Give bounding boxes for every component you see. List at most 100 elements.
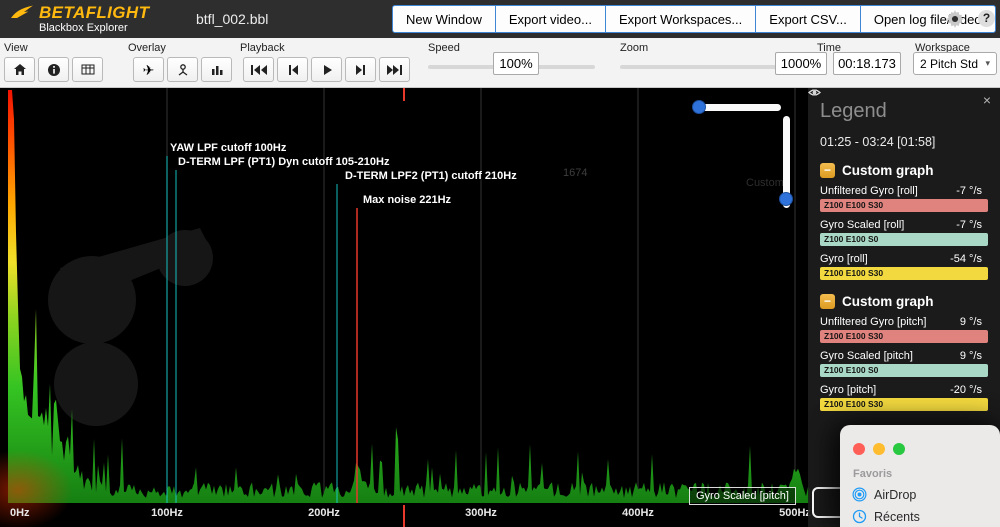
- vertical-slider-thumb[interactable]: [779, 192, 793, 206]
- overlay-sticks-button[interactable]: [201, 57, 232, 82]
- top-bar: BETAFLIGHT Blackbox Explorer btfl_002.bb…: [0, 0, 1000, 38]
- step-forward-button[interactable]: [345, 57, 376, 82]
- axis-tick-label: 0Hz: [10, 507, 30, 519]
- finder-item-recents[interactable]: Récents: [852, 509, 1000, 524]
- collapse-group-icon[interactable]: −: [820, 294, 835, 309]
- legend-title: Legend: [820, 100, 887, 122]
- legend-group: − Custom graph Unfiltered Gyro [roll] -7 °/…: [808, 89, 988, 280]
- axis-tick-label: 400Hz: [622, 507, 654, 519]
- help-icon[interactable]: ?: [978, 10, 995, 27]
- minimize-window-icon[interactable]: [873, 443, 885, 455]
- eye-icon: [808, 89, 821, 96]
- playback-section-label: Playback: [240, 42, 285, 54]
- view-table-button[interactable]: [72, 57, 103, 82]
- speed-section-label: Speed: [428, 42, 460, 54]
- collapse-group-icon[interactable]: −: [820, 163, 835, 178]
- play-icon: [323, 64, 332, 75]
- legend-item[interactable]: Gyro [pitch] -20 °/s Z100 E100 S30: [808, 89, 988, 411]
- action-export-video[interactable]: Export video...: [494, 5, 606, 33]
- bars-icon: [211, 66, 222, 75]
- legend-group-title: Custom graph: [842, 163, 934, 178]
- close-icon[interactable]: ×: [983, 92, 991, 108]
- zoom-input[interactable]: [775, 52, 827, 75]
- zoom-slider[interactable]: [620, 65, 787, 69]
- clock-icon: [852, 509, 867, 524]
- info-icon: [47, 63, 60, 76]
- current-series-label: Gyro Scaled [pitch]: [689, 487, 796, 505]
- home-icon: [13, 64, 26, 75]
- action-new-window[interactable]: New Window: [392, 5, 496, 33]
- overlay-plane-button[interactable]: ✈: [133, 57, 164, 82]
- legend-item-value: 9 °/s: [959, 349, 982, 362]
- finder-item-label: AirDrop: [874, 487, 917, 502]
- legend-item-scale-bar[interactable]: Z100 E100 S0: [820, 233, 988, 246]
- view-info-button[interactable]: [38, 57, 69, 82]
- legend-item-label: Gyro [roll]: [820, 252, 868, 265]
- finder-item-airdrop[interactable]: AirDrop: [852, 487, 1000, 502]
- legend-item-scale-bar[interactable]: Z100 E100 S30: [820, 267, 988, 280]
- workspace-select[interactable]: 2 Pitch Std ▾: [913, 52, 997, 75]
- svg-text:1674: 1674: [563, 167, 587, 179]
- action-export-workspaces[interactable]: Export Workspaces...: [604, 5, 757, 33]
- legend-groups: − Custom graph Unfiltered Gyro [roll] -7 °/…: [808, 89, 988, 411]
- craft-icon: [178, 63, 187, 76]
- legend-item[interactable]: Unfiltered Gyro [roll] -7 °/s Z100 E100 S3…: [808, 89, 988, 212]
- zoom-window-icon[interactable]: [893, 443, 905, 455]
- brand-title: BETAFLIGHT: [39, 3, 150, 22]
- legend-item-label: Unfiltered Gyro [roll]: [820, 184, 918, 197]
- legend-item[interactable]: Gyro Scaled [pitch] 9 °/s Z100 E100 S0: [808, 89, 988, 377]
- legend-item[interactable]: Gyro [roll] -54 °/s Z100 E100 S30: [808, 89, 988, 280]
- legend-item-scale-bar[interactable]: Z100 E100 S30: [820, 199, 988, 212]
- skip-end-icon: [386, 64, 402, 75]
- topbar-actions: New Window Export video... Export Workspac…: [392, 5, 996, 33]
- spectrum-horizontal-slider[interactable]: [692, 100, 781, 114]
- legend-item-scale-bar[interactable]: Z100 E100 S0: [820, 364, 988, 377]
- step-back-button[interactable]: [277, 57, 308, 82]
- finder-favorites-label: Favoris: [853, 468, 893, 480]
- legend-item-value: -54 °/s: [950, 252, 982, 265]
- window-controls: [840, 425, 1000, 455]
- legend-item[interactable]: Unfiltered Gyro [pitch] 9 °/s Z100 E100 S3…: [808, 89, 988, 343]
- legend-item-value: -7 °/s: [956, 218, 982, 231]
- action-export-csv[interactable]: Export CSV...: [755, 5, 861, 33]
- axis-tick-label: 300Hz: [465, 507, 497, 519]
- betaflight-brand: BETAFLIGHT Blackbox Explorer: [10, 4, 149, 34]
- legend-item-label: Gyro Scaled [pitch]: [820, 349, 913, 362]
- jump-to-end-button[interactable]: [379, 57, 410, 82]
- legend-item-scale-bar[interactable]: Z100 E100 S30: [820, 398, 988, 411]
- action-open-log-file-video[interactable]: Open log file/video: [859, 5, 996, 33]
- horizontal-slider-thumb[interactable]: [692, 100, 706, 114]
- axis-tick-label: 200Hz: [308, 507, 340, 519]
- legend-item-label: Unfiltered Gyro [pitch]: [820, 315, 927, 328]
- view-home-button[interactable]: [4, 57, 35, 82]
- speed-input[interactable]: [493, 52, 539, 75]
- legend-item-scale-bar[interactable]: Z100 E100 S30: [820, 330, 988, 343]
- chevron-down-icon: ▾: [985, 58, 990, 68]
- overlay-craft-button[interactable]: [167, 57, 198, 82]
- legend-item-value: -20 °/s: [950, 383, 982, 396]
- settings-gear-icon[interactable]: [946, 10, 964, 28]
- legend-item-value: 9 °/s: [959, 315, 982, 328]
- finder-window: Favoris AirDrop Récents: [840, 425, 1000, 527]
- legend-group: − Custom graph Unfiltered Gyro [pitch] 9 °/…: [808, 89, 988, 411]
- legend-item-label: Gyro Scaled [roll]: [820, 218, 905, 231]
- legend-item[interactable]: Gyro Scaled [roll] -7 °/s Z100 E100 S0: [808, 89, 988, 246]
- betaflight-logo-icon: [10, 4, 34, 21]
- airdrop-icon: [852, 487, 867, 502]
- spectrum-vertical-slider[interactable]: [779, 116, 793, 208]
- brand-subtitle: Blackbox Explorer: [39, 22, 128, 34]
- close-window-icon[interactable]: [853, 443, 865, 455]
- step-back-icon: [288, 64, 298, 75]
- log-time-range: 01:25 - 03:24 [01:58]: [820, 135, 936, 149]
- log-filename: btfl_002.bbl: [196, 11, 269, 27]
- legend-item-label: Gyro [pitch]: [820, 383, 877, 396]
- table-icon: [81, 64, 94, 75]
- jump-to-start-button[interactable]: [243, 57, 274, 82]
- time-input[interactable]: [833, 52, 901, 75]
- toolbar: View Overlay Playback Speed Zoom Time Wo…: [0, 38, 1000, 88]
- workspace-selected-value: 2 Pitch Std: [920, 56, 979, 71]
- legend-group-title: Custom graph: [842, 294, 934, 309]
- finder-item-label: Récents: [874, 509, 920, 524]
- play-button[interactable]: [311, 57, 342, 82]
- overlay-section-label: Overlay: [128, 42, 166, 54]
